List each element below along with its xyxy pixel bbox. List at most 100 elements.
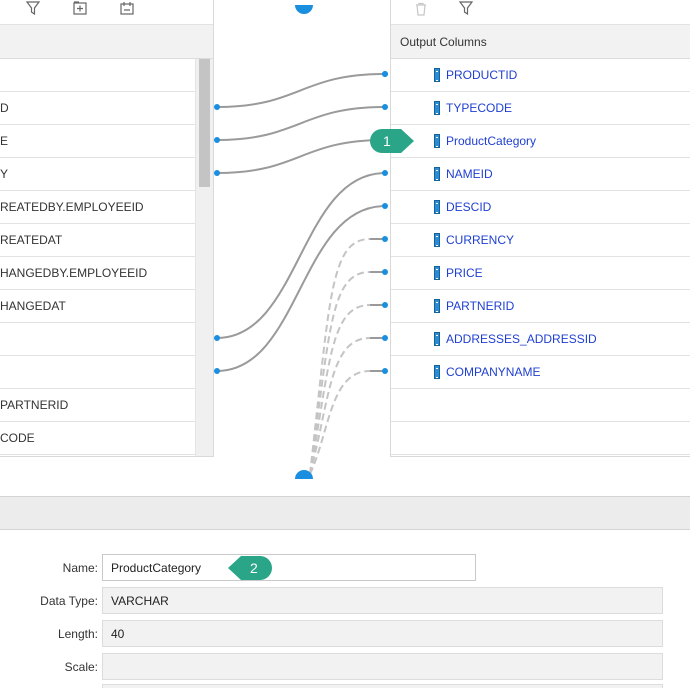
- unmapped-line: [309, 370, 371, 475]
- output-column-row[interactable]: COMPANYNAME: [391, 356, 690, 389]
- source-toolbar: [0, 0, 213, 25]
- source-scrollbar[interactable]: [195, 59, 213, 456]
- callout-1: 1: [369, 128, 415, 154]
- source-column-row[interactable]: E: [0, 125, 195, 158]
- output-column-name[interactable]: PRICE: [446, 266, 483, 280]
- output-column-row[interactable]: PRICE: [391, 257, 690, 290]
- source-columns-panel: D E Y REATEDBY.EMPLOYEEID REATEDAT HANGEDBY.E…: [0, 0, 214, 457]
- target-connector-dot: [382, 335, 388, 341]
- datatype-label: Data Type:: [40, 594, 98, 608]
- output-column-row[interactable]: PRODUCTID: [391, 59, 690, 92]
- filter-icon[interactable]: [25, 0, 43, 18]
- datatype-field[interactable]: VARCHAR: [102, 587, 663, 614]
- source-column-row[interactable]: PARTNERID: [0, 389, 195, 422]
- source-column-row[interactable]: [0, 356, 195, 389]
- source-column-label: REATEDBY.EMPLOYEEID: [0, 200, 144, 214]
- callout-1-number: 1: [383, 133, 391, 149]
- output-column-name[interactable]: ProductCategory: [446, 134, 536, 148]
- output-toolbar: [391, 0, 690, 25]
- source-column-label: D: [0, 101, 9, 115]
- column-type-icon: [434, 101, 440, 115]
- length-field[interactable]: 40: [102, 620, 663, 647]
- output-column-name[interactable]: TYPECODE: [446, 101, 512, 115]
- filter-icon[interactable]: [458, 0, 476, 18]
- output-column-name[interactable]: DESCID: [446, 200, 491, 214]
- name-input[interactable]: [102, 554, 476, 581]
- source-connector-dot: [214, 104, 220, 110]
- column-type-icon: [434, 200, 440, 214]
- next-field[interactable]: [102, 684, 663, 688]
- column-type-icon: [434, 332, 440, 346]
- target-connector-dot: [382, 269, 388, 275]
- callout-2: 2: [227, 555, 273, 581]
- column-type-icon: [434, 299, 440, 313]
- calculated-column-icon[interactable]: [119, 0, 137, 18]
- source-column-row[interactable]: REATEDBY.EMPLOYEEID: [0, 191, 195, 224]
- scale-label: Scale:: [64, 660, 98, 674]
- output-column-name[interactable]: CURRENCY: [446, 233, 514, 247]
- source-column-row[interactable]: CODE: [0, 422, 195, 455]
- source-column-row[interactable]: Y: [0, 158, 195, 191]
- source-column-row[interactable]: [0, 323, 195, 356]
- output-column-row[interactable]: NAMEID: [391, 158, 690, 191]
- output-column-name[interactable]: PRODUCTID: [446, 68, 517, 82]
- source-column-row[interactable]: [0, 59, 195, 92]
- source-connector-dot: [214, 335, 220, 341]
- source-column-label: PARTNERID: [0, 398, 69, 412]
- output-column-row[interactable]: PARTNERID: [391, 290, 690, 323]
- source-scroll-thumb[interactable]: [199, 59, 210, 187]
- output-column-name[interactable]: COMPANYNAME: [446, 365, 540, 379]
- callout-2-number: 2: [250, 560, 258, 576]
- source-column-row[interactable]: HANGEDBY.EMPLOYEEID: [0, 257, 195, 290]
- output-column-row[interactable]: ProductCategory: [391, 125, 690, 158]
- top-anchor-handle[interactable]: [295, 5, 313, 14]
- source-connector-dot: [214, 170, 220, 176]
- output-column-name[interactable]: ADDRESSES_ADDRESSID: [446, 332, 597, 346]
- output-column-row[interactable]: DESCID: [391, 191, 690, 224]
- delete-icon[interactable]: [412, 0, 430, 18]
- target-connector-dot: [382, 104, 388, 110]
- target-connector-dot: [382, 368, 388, 374]
- scale-field[interactable]: [102, 653, 663, 680]
- source-column-label: E: [0, 134, 9, 148]
- source-column-row[interactable]: REATEDAT: [0, 224, 195, 257]
- properties-section-header[interactable]: [0, 496, 690, 530]
- unmapped-line: [309, 337, 371, 475]
- unmapped-line: [309, 238, 371, 475]
- source-column-label: Y: [0, 167, 9, 181]
- target-connector-dot: [382, 236, 388, 242]
- source-column-row[interactable]: HANGEDAT: [0, 290, 195, 323]
- source-column-header: [0, 25, 213, 59]
- column-type-icon: [434, 167, 440, 181]
- output-empty-row: [391, 422, 690, 455]
- source-column-label: CODE: [0, 431, 35, 445]
- target-connector-dot: [382, 302, 388, 308]
- target-connector-dot: [382, 71, 388, 77]
- target-connector-dot: [382, 71, 388, 77]
- mapping-line: [216, 73, 386, 108]
- column-type-icon: [434, 266, 440, 280]
- source-connector-dot: [214, 137, 220, 143]
- output-column-row[interactable]: ADDRESSES_ADDRESSID: [391, 323, 690, 356]
- mapping-line: [216, 205, 386, 372]
- source-column-label: HANGEDBY.EMPLOYEEID: [0, 266, 148, 280]
- source-column-label: HANGEDAT: [0, 299, 66, 313]
- output-columns-panel: Output Columns PRODUCTID TYPECODE ProductC…: [390, 0, 690, 457]
- add-column-icon[interactable]: [72, 0, 90, 18]
- output-column-row[interactable]: TYPECODE: [391, 92, 690, 125]
- output-column-name[interactable]: NAMEID: [446, 167, 493, 181]
- output-column-row[interactable]: CURRENCY: [391, 224, 690, 257]
- target-connector-dot: [382, 203, 388, 209]
- source-column-label: REATEDAT: [0, 233, 63, 247]
- mapping-line: [216, 139, 386, 174]
- output-column-name[interactable]: PARTNERID: [446, 299, 514, 313]
- name-label: Name:: [62, 561, 98, 575]
- bottom-anchor-handle[interactable]: [295, 470, 313, 479]
- unmapped-line: [309, 271, 371, 475]
- target-connector-dot: [382, 170, 388, 176]
- output-column-header: Output Columns: [391, 25, 690, 59]
- source-column-row[interactable]: D: [0, 92, 195, 125]
- column-type-icon: [434, 134, 440, 148]
- mapping-line: [216, 172, 386, 339]
- column-type-icon: [434, 365, 440, 379]
